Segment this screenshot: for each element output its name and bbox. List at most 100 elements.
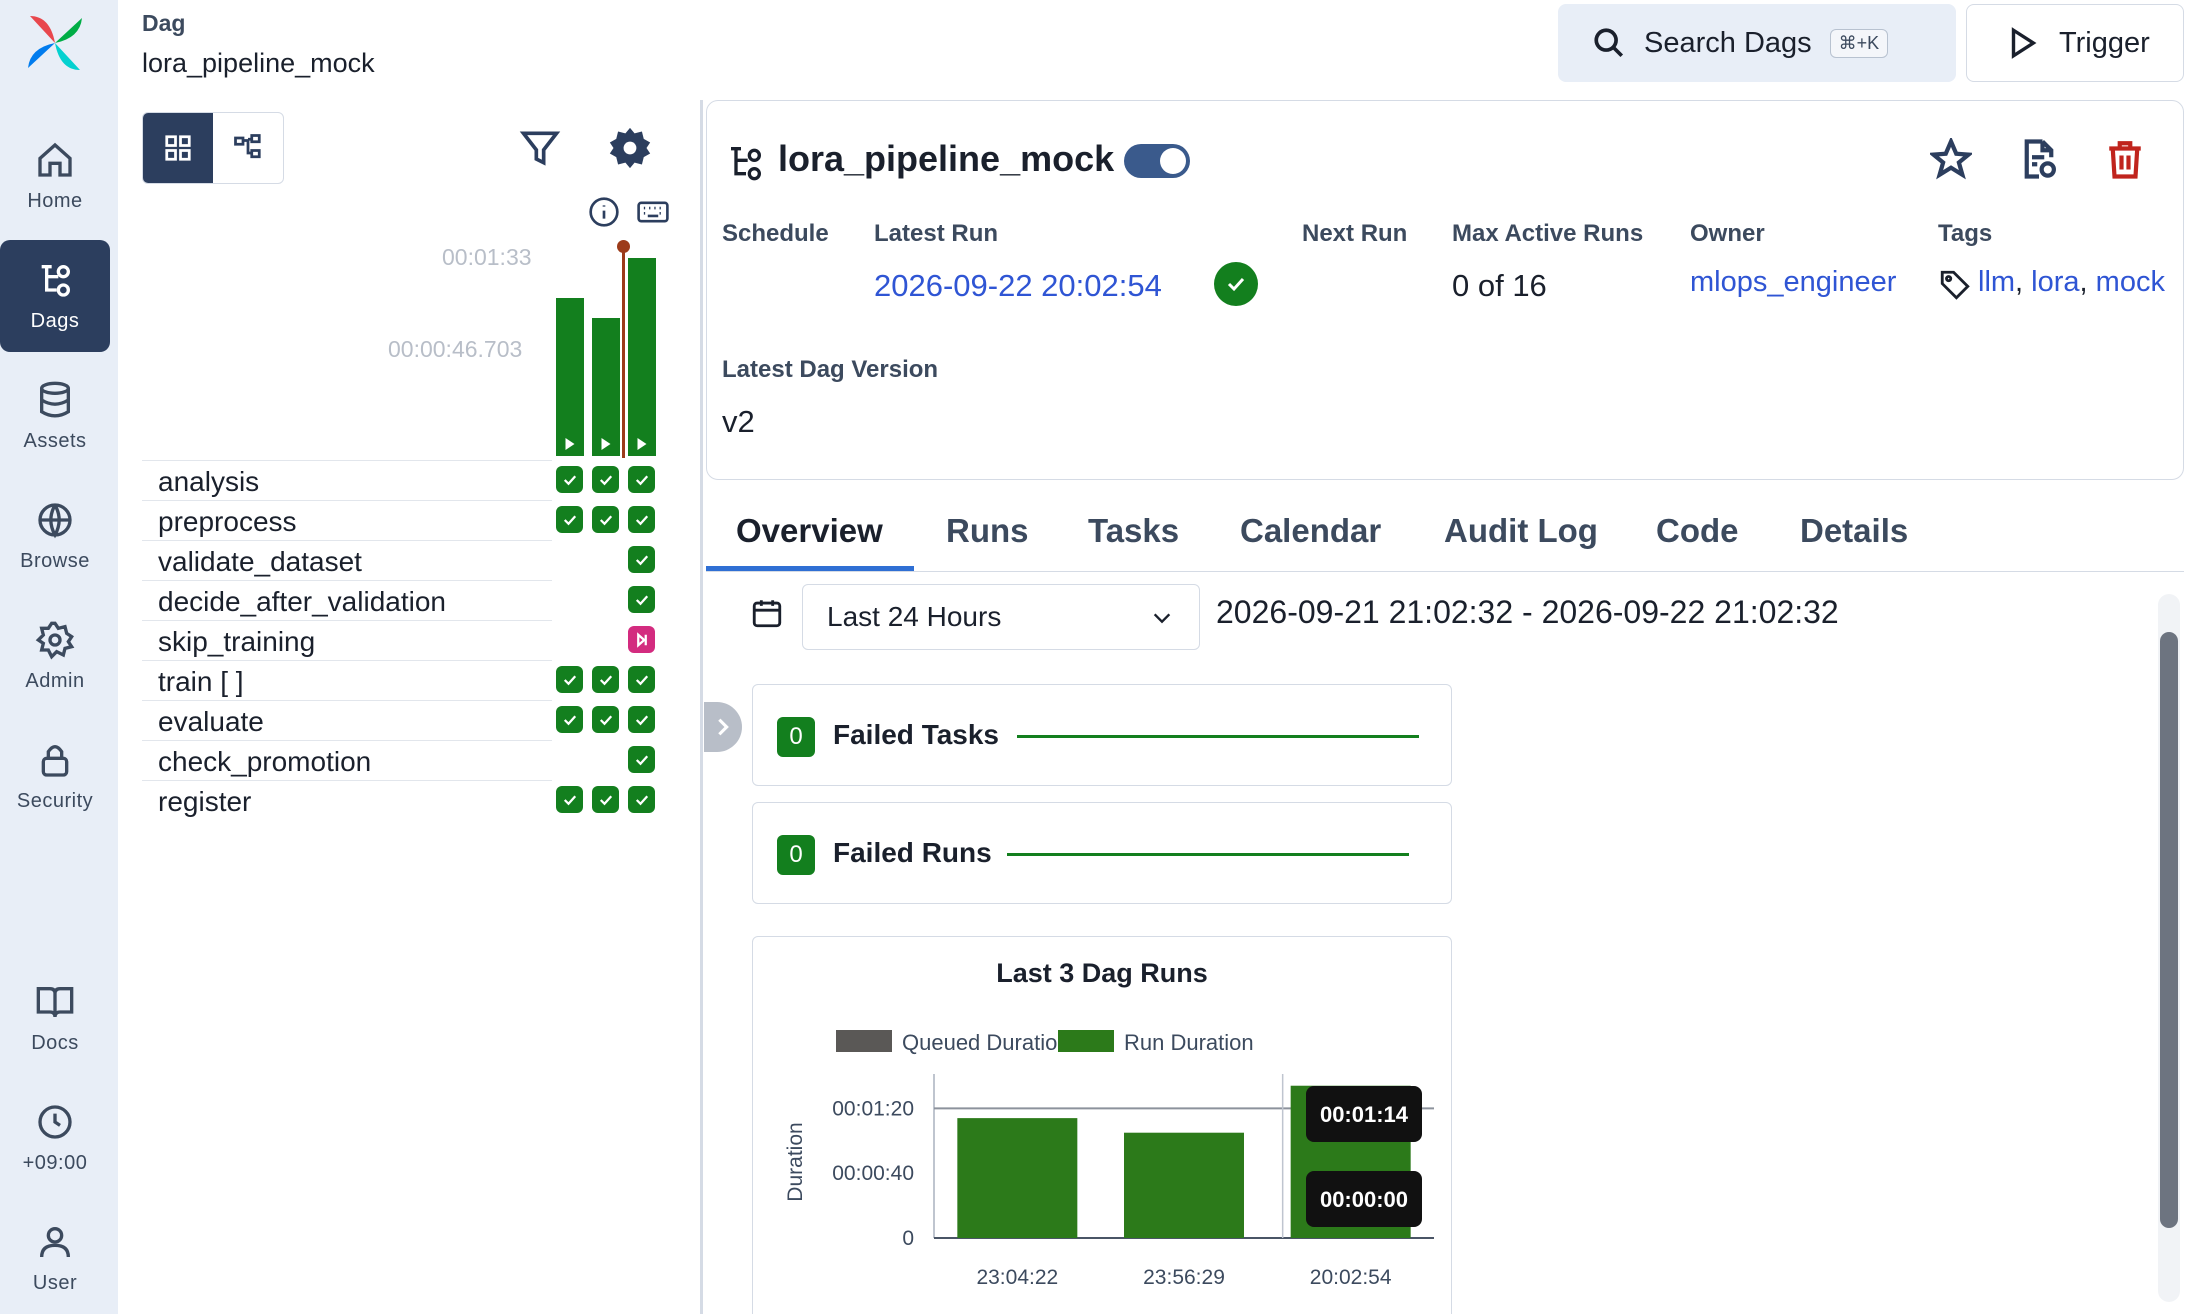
time-range-select[interactable]: Last 24 Hours [802, 584, 1200, 650]
nav-item-label: Assets [23, 429, 87, 452]
task-row[interactable]: validate_dataset [142, 540, 552, 580]
dag-run-bar[interactable] [592, 317, 620, 456]
dag-run-bar[interactable] [556, 298, 584, 456]
task-instance-success[interactable] [592, 506, 619, 533]
task-instance-success[interactable] [628, 746, 655, 773]
tag-separator: , [2015, 266, 2024, 298]
keyboard-icon[interactable] [636, 196, 670, 228]
tab-runs[interactable]: Runs [946, 500, 1029, 572]
grid-view-button[interactable] [143, 113, 213, 183]
trigger-label: Trigger [2059, 26, 2150, 59]
delete-trash-icon[interactable] [2104, 138, 2146, 180]
chevron-right-icon [718, 718, 729, 736]
nav-item-home[interactable]: Home [0, 120, 110, 232]
search-dags-button[interactable]: Search Dags ⌘+K [1558, 4, 1956, 82]
failed-runs-label: Failed Runs [833, 837, 992, 868]
nav-item-dags[interactable]: Dags [0, 240, 110, 352]
task-row[interactable]: decide_after_validation [142, 580, 552, 620]
dag-tabs: Overview Runs Tasks Calendar Audit Log C… [706, 500, 2184, 572]
task-instance-success[interactable] [592, 666, 619, 693]
search-icon [1594, 28, 1624, 58]
task-row[interactable]: analysis [142, 460, 552, 500]
task-row[interactable]: train [ ] [142, 660, 552, 700]
task-instance-success[interactable] [592, 466, 619, 493]
task-instance-success[interactable] [628, 666, 655, 693]
failed-runs-card[interactable]: 0 Failed Runs [752, 802, 1452, 904]
task-row[interactable]: register [142, 780, 552, 820]
database-icon [40, 381, 70, 417]
task-instance-success[interactable] [556, 506, 583, 533]
dag-pause-toggle[interactable] [1124, 144, 1190, 178]
airflow-logo-icon[interactable] [20, 8, 90, 78]
failed-tasks-card[interactable]: 0 Failed Tasks [752, 684, 1452, 786]
task-instance-success[interactable] [628, 506, 655, 533]
tab-details[interactable]: Details [1800, 500, 1908, 572]
nav-item-admin[interactable]: Admin [0, 600, 110, 712]
nav-item-label: Security [16, 789, 94, 812]
task-row[interactable]: check_promotion [142, 740, 552, 780]
trigger-button[interactable]: Trigger [1966, 4, 2184, 82]
task-instance-success[interactable] [592, 786, 619, 813]
task-row[interactable]: evaluate [142, 700, 552, 740]
selected-run-marker [622, 246, 625, 458]
nav-item-label: Admin [25, 669, 85, 692]
panel-splitter[interactable] [700, 100, 703, 1314]
latest-run-link[interactable]: 2026-09-22 20:02:54 [874, 268, 1162, 304]
nav-item-user[interactable]: User [0, 1202, 110, 1314]
nav-item-assets[interactable]: Assets [0, 360, 110, 472]
lock-icon [41, 744, 69, 777]
task-instance-success[interactable] [556, 666, 583, 693]
info-icon[interactable] [588, 196, 620, 228]
tab-calendar[interactable]: Calendar [1240, 500, 1381, 572]
collapse-panel-button[interactable] [704, 702, 742, 752]
tab-audit-log[interactable]: Audit Log [1444, 500, 1598, 572]
filter-icon[interactable] [518, 126, 562, 170]
nav-item-label: User [32, 1271, 78, 1294]
graph-view-button[interactable] [213, 113, 283, 183]
nav-item-security[interactable]: Security [0, 720, 110, 832]
nav-item-browse[interactable]: Browse [0, 480, 110, 592]
breadcrumb-section[interactable]: Dag [142, 10, 185, 37]
tab-code[interactable]: Code [1656, 500, 1739, 572]
nav-item-timezone[interactable]: +09:00 [0, 1082, 110, 1194]
tab-tasks[interactable]: Tasks [1088, 500, 1179, 572]
settings-gear-icon[interactable] [608, 126, 652, 170]
play-icon [2011, 27, 2037, 59]
y-tick-label: 0 [902, 1227, 914, 1250]
task-row[interactable]: skip_training [142, 620, 552, 660]
task-instance-success[interactable] [628, 546, 655, 573]
reparse-file-icon[interactable] [2018, 138, 2060, 180]
task-instance-success[interactable] [628, 786, 655, 813]
nav-rail: Home Dags Assets Browse Admin Security D… [0, 0, 118, 1314]
failed-tasks-label: Failed Tasks [833, 719, 1000, 750]
owner-link[interactable]: mlops_engineer [1690, 266, 1896, 299]
x-tick-label: 23:04:22 [976, 1266, 1058, 1289]
x-tick-label: 23:56:29 [1143, 1266, 1225, 1289]
globe-icon [38, 502, 72, 538]
y-tick-label: 00:00:40 [832, 1162, 914, 1185]
task-instance-success[interactable] [628, 706, 655, 733]
latest-version-label: Latest Dag Version [722, 356, 939, 383]
task-instance-success[interactable] [556, 466, 583, 493]
task-instance-success[interactable] [556, 706, 583, 733]
tags-label: Tags [1938, 220, 1993, 247]
task-instance-skipped[interactable] [628, 626, 655, 653]
task-instance-success[interactable] [628, 466, 655, 493]
favorite-star-icon[interactable] [1930, 138, 1972, 180]
play-icon [565, 437, 575, 450]
task-row[interactable]: preprocess [142, 500, 552, 540]
tag-mock[interactable]: mock [2096, 266, 2165, 298]
tag-llm[interactable]: llm [1978, 266, 2015, 298]
max-active-runs-value: 0 of 16 [1452, 268, 1547, 303]
dag-run-bar[interactable] [628, 258, 656, 456]
tag-icon [1940, 270, 1970, 300]
tab-overview[interactable]: Overview [736, 500, 883, 572]
content-scrollbar-thumb[interactable] [2160, 632, 2178, 1228]
tag-lora[interactable]: lora [2031, 266, 2079, 298]
task-instance-success[interactable] [628, 586, 655, 613]
owner-label: Owner [1690, 220, 1765, 247]
tag-list: llm, lora, mock [1978, 266, 2165, 299]
task-instance-success[interactable] [592, 706, 619, 733]
task-instance-success[interactable] [556, 786, 583, 813]
nav-item-docs[interactable]: Docs [0, 962, 110, 1074]
